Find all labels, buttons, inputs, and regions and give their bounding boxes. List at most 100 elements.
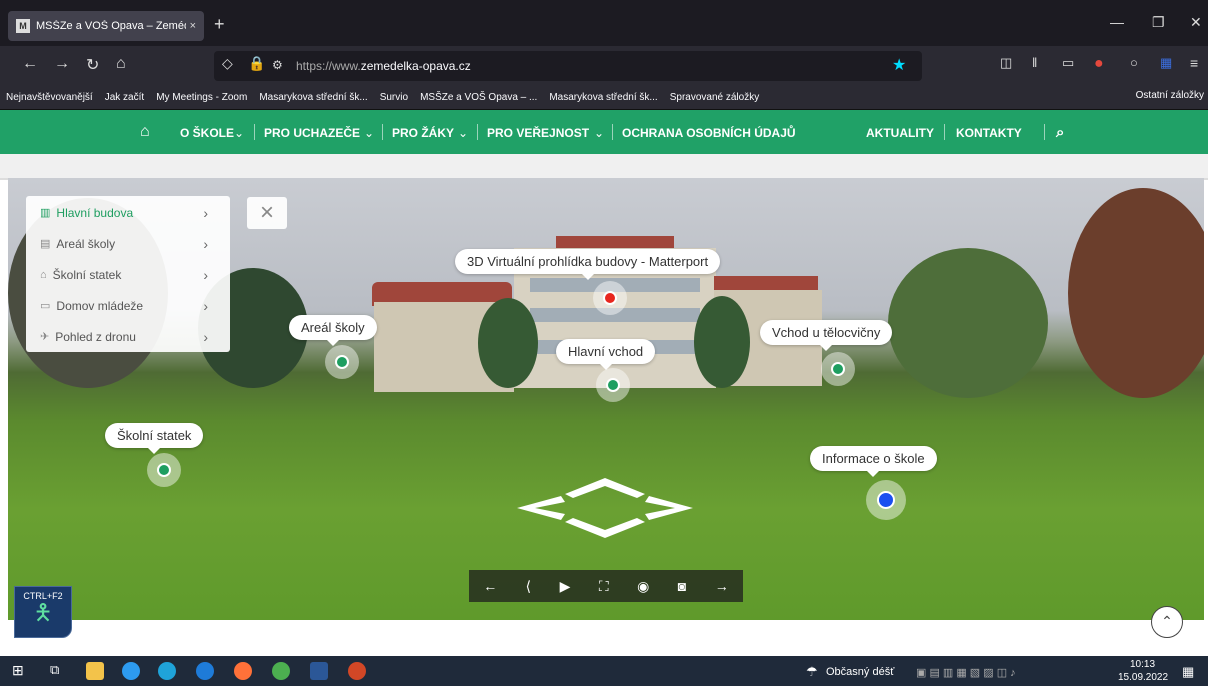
- menu-item-skolni-statek[interactable]: ⌂ Školní statek ›: [26, 259, 230, 290]
- tree-image: [888, 248, 1048, 398]
- hotspot-label-statek[interactable]: Školní statek: [105, 423, 204, 454]
- hotspot-virtual-tour[interactable]: [593, 281, 627, 315]
- clock-time[interactable]: 10:13: [1130, 659, 1155, 670]
- bookmark-item[interactable]: My Meetings - Zoom: [156, 92, 247, 103]
- arrow-left-icon[interactable]: [517, 496, 565, 520]
- bookmark-item[interactable]: Masarykova střední šk...: [259, 92, 367, 103]
- firefox-icon[interactable]: [234, 662, 252, 680]
- arrow-right-icon[interactable]: →: [715, 578, 729, 594]
- minimize-icon[interactable]: —: [1110, 14, 1124, 30]
- hotspot-statek[interactable]: [147, 453, 181, 487]
- nav-item-pro-verejnost[interactable]: PRO VEŘEJNOST: [487, 126, 589, 140]
- bookmark-item[interactable]: Nejnavštěvovanější: [6, 92, 93, 103]
- menu-item-hlavni-budova[interactable]: ▥ Hlavní budova ›: [26, 197, 230, 228]
- shield-icon[interactable]: ◇: [222, 55, 233, 72]
- file-explorer-icon[interactable]: [86, 662, 104, 680]
- pocket-icon[interactable]: ◫: [1000, 55, 1012, 71]
- menu-item-areal-skoly[interactable]: ▤ Areál školy ›: [26, 228, 230, 259]
- nav-divider: [944, 124, 945, 140]
- move-arrows-icon[interactable]: [515, 474, 695, 544]
- clock-date[interactable]: 15.09.2022: [1118, 672, 1168, 683]
- nav-item-pro-uchazece[interactable]: PRO UCHAZEČE: [264, 126, 360, 140]
- browser-tab[interactable]: M MSŠZe a VOŠ Opava – Zeméděl ×: [8, 11, 204, 41]
- word-icon[interactable]: [310, 662, 328, 680]
- notifications-icon[interactable]: ▦: [1182, 664, 1194, 680]
- back-icon[interactable]: ←: [22, 55, 38, 73]
- bookmark-item[interactable]: Masarykova střední šk...: [549, 92, 657, 103]
- bookmark-folder[interactable]: Spravované záložky: [670, 92, 760, 103]
- menu-icon[interactable]: ≡: [1190, 55, 1198, 71]
- nav-item-ochrana-udaju[interactable]: OCHRANA OSOBNÍCH ÚDAJŮ: [622, 126, 796, 140]
- bookmark-item[interactable]: Jak začít: [105, 92, 144, 103]
- nav-item-pro-zaky[interactable]: PRO ŽÁKY: [392, 126, 454, 140]
- hotspot-dot: [157, 463, 171, 477]
- url-text[interactable]: https://www.zemedelka-opava.cz: [296, 59, 471, 73]
- restore-icon[interactable]: ❐: [1152, 14, 1165, 31]
- other-bookmarks-folder[interactable]: Ostatní záložky: [1136, 90, 1204, 101]
- nav-item-kontakty[interactable]: KONTAKTY: [956, 126, 1022, 140]
- library-icon[interactable]: ‖: [1032, 55, 1037, 70]
- bookmark-star-icon[interactable]: ★: [892, 55, 906, 75]
- apps-grid-icon[interactable]: ▦: [1160, 55, 1172, 71]
- scroll-top-button[interactable]: ⌃: [1151, 606, 1183, 638]
- window-close-icon[interactable]: ✕: [1190, 14, 1202, 31]
- task-view-icon[interactable]: ⧉: [50, 662, 68, 680]
- camera-icon[interactable]: ◙: [678, 578, 686, 594]
- tray-icons[interactable]: ▣ ▤ ▥ ▦ ▧ ▨ ◫ ♪: [916, 666, 1016, 679]
- home-icon[interactable]: ⌂: [140, 123, 150, 141]
- internet-explorer-icon[interactable]: [196, 662, 214, 680]
- arrow-right-icon[interactable]: [645, 496, 693, 520]
- hotspot-main-entrance[interactable]: [596, 368, 630, 402]
- windows-start-icon[interactable]: ⊞: [12, 662, 30, 680]
- new-tab-button[interactable]: +: [214, 14, 225, 35]
- hotspot-label-areal[interactable]: Areál školy: [289, 315, 377, 346]
- edge-icon[interactable]: [158, 662, 176, 680]
- nav-item-o-skole[interactable]: O ŠKOLE: [180, 126, 234, 140]
- hotspot-dot: [335, 355, 349, 369]
- nav-item-aktuality[interactable]: AKTUALITY: [866, 126, 934, 140]
- arrow-back-icon[interactable]: [565, 518, 645, 538]
- reload-icon[interactable]: ↻: [86, 55, 99, 75]
- home-icon[interactable]: ⌂: [116, 55, 126, 73]
- menu-item-label: Hlavní budova: [56, 205, 134, 220]
- chevron-down-icon: ⌄: [594, 126, 605, 140]
- tree-image: [694, 296, 750, 388]
- bookmark-item[interactable]: MSŠZe a VOŠ Opava – ...: [420, 92, 537, 103]
- chevron-down-icon: ⌄: [364, 126, 375, 140]
- arrow-left-icon[interactable]: ←: [483, 578, 497, 594]
- search-icon[interactable]: ⌕: [1056, 124, 1064, 141]
- hotspot-label-info[interactable]: Informace o škole: [810, 446, 937, 477]
- panorama-toolbar: ← ⟨ ▶ ⛶ ◉ ◙ →: [469, 570, 743, 602]
- play-icon[interactable]: ▶: [560, 578, 571, 595]
- drive-icon[interactable]: [122, 662, 140, 680]
- windows-taskbar: [0, 656, 1208, 686]
- weather-text[interactable]: Občasný déšť: [826, 666, 894, 678]
- hotspot-label-virtual-tour[interactable]: 3D Virtuální prohlídka budovy - Matterpo…: [455, 249, 721, 280]
- hotspot-info[interactable]: [866, 480, 906, 520]
- chrome-icon[interactable]: [272, 662, 290, 680]
- bookmarks-bar: Nejnavštěvovanější Jak začít My Meetings…: [0, 86, 1208, 110]
- extension-icon[interactable]: ●: [1094, 55, 1104, 73]
- lock-icon: 🔒: [248, 55, 266, 71]
- hotspot-dot: [831, 362, 845, 376]
- powerpoint-icon[interactable]: [348, 662, 366, 680]
- arrow-forward-icon[interactable]: [565, 478, 645, 498]
- menu-item-label: Areál školy: [56, 236, 116, 251]
- accessibility-button[interactable]: CTRL+F2 🯅: [14, 586, 72, 638]
- menu-item-domov-mladeze[interactable]: ▭ Domov mládeže ›: [26, 290, 230, 321]
- hotspot-gym-entrance[interactable]: [821, 352, 855, 386]
- hotspot-label-main-entrance[interactable]: Hlavní vchod: [556, 339, 656, 370]
- menu-item-pohled-z-dronu[interactable]: ✈ Pohled z dronu ›: [26, 321, 230, 352]
- fullscreen-icon[interactable]: ⛶: [599, 578, 609, 595]
- eye-icon[interactable]: ◉: [637, 578, 649, 595]
- permissions-icon[interactable]: ⚙: [272, 58, 283, 72]
- forward-icon[interactable]: →: [54, 55, 70, 73]
- tab-close-button[interactable]: ×: [190, 20, 196, 32]
- share-icon[interactable]: ⟨: [526, 578, 531, 595]
- close-menu-button[interactable]: ×: [247, 197, 287, 229]
- hotspot-areal[interactable]: [325, 345, 359, 379]
- account-icon[interactable]: ○: [1130, 55, 1138, 70]
- hotspot-label-gym-entrance[interactable]: Vchod u tělocvičny: [760, 320, 893, 351]
- bookmark-item[interactable]: Survio: [380, 92, 408, 103]
- sidebar-icon[interactable]: ▭: [1062, 55, 1074, 71]
